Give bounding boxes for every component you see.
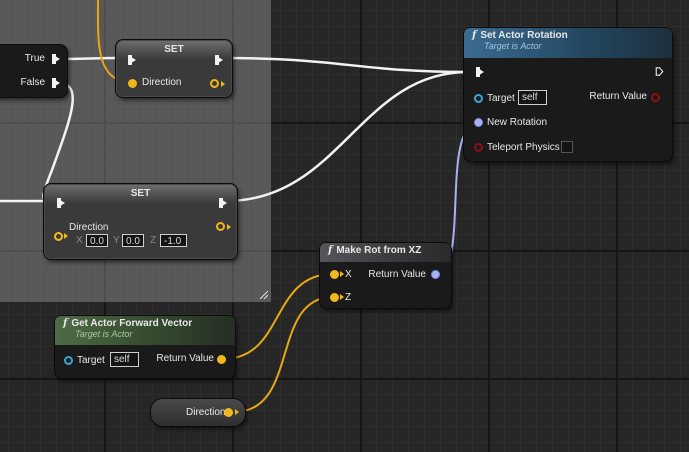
x-input-pin[interactable] [330, 270, 339, 279]
set-direction-node-bottom[interactable]: SET Direction X 0.0 Y 0.0 Z -1.0 [44, 184, 237, 259]
direction-input-pin[interactable] [128, 79, 137, 88]
rotation-exec-out-pin[interactable] [655, 67, 664, 76]
forward-vector-header: f Get Actor Forward Vector Target is Acto… [55, 316, 235, 345]
new-rotation-label: New Rotation [487, 117, 548, 128]
direction-label: Direction [186, 407, 226, 418]
set-actor-rotation-node[interactable]: f Set Actor Rotation Target is Actor Targ… [464, 28, 672, 161]
teleport-physics-pin[interactable] [474, 143, 483, 152]
return-value-pin[interactable] [651, 93, 660, 102]
function-icon: f [472, 30, 477, 41]
return-value-label: Return Value [368, 269, 426, 280]
z-label: Z [345, 292, 352, 303]
vector-wire-direction-to-z [233, 296, 334, 413]
direction-output-arrow-icon [227, 224, 231, 230]
node-subtitle: Target is Actor [75, 329, 133, 339]
return-value-pin[interactable] [217, 355, 226, 364]
z-value-field[interactable]: -1.0 [160, 234, 187, 247]
z-input-arrow-icon [340, 294, 344, 300]
set-exec-out-pin[interactable] [215, 55, 223, 65]
direction-output-pin[interactable] [210, 79, 219, 88]
vector-wire-forward-to-x [222, 273, 334, 360]
z-axis-label: Z [150, 235, 157, 246]
set-actor-rotation-header: f Set Actor Rotation Target is Actor [464, 28, 672, 58]
x-label: X [345, 269, 352, 280]
direction-output-arrow-icon [221, 81, 225, 87]
rotation-exec-in-pin[interactable] [476, 67, 484, 77]
x-input-arrow-icon [340, 271, 344, 277]
set-exec-out-pin[interactable] [219, 198, 227, 208]
set-exec-in-pin[interactable] [128, 55, 136, 65]
get-actor-forward-vector-node[interactable]: f Get Actor Forward Vector Target is Acto… [55, 316, 235, 378]
target-value-field[interactable]: self [110, 352, 139, 367]
direction-getter-node[interactable]: Direction [151, 399, 245, 426]
target-pin[interactable] [64, 356, 73, 365]
node-title: Make Rot from XZ [336, 245, 422, 256]
exec-wire-set-to-rotation [222, 56, 470, 74]
direction-output-pin[interactable] [216, 222, 225, 231]
exec-wire-set-bottom-to-rotation [224, 70, 470, 203]
direction-label: Direction [142, 77, 182, 88]
teleport-physics-checkbox[interactable] [561, 141, 573, 153]
set-direction-node-top[interactable]: SET Direction [116, 40, 232, 97]
branch-false-label: False [20, 77, 45, 88]
node-title: Get Actor Forward Vector [71, 318, 193, 329]
set-exec-in-pin[interactable] [57, 198, 65, 208]
x-axis-label: X [76, 235, 83, 246]
y-axis-label: Y [113, 235, 120, 246]
exec-wire-true-to-set [56, 56, 123, 61]
x-value-field[interactable]: 0.0 [86, 234, 108, 247]
target-label: Target [77, 355, 105, 366]
teleport-physics-label: Teleport Physics [487, 142, 560, 153]
make-rot-from-xz-node[interactable]: f Make Rot from XZ X Return Value Z [320, 243, 451, 308]
branch-false-pin[interactable] [52, 78, 60, 88]
return-value-label: Return Value [156, 353, 214, 364]
direction-input-arrow-icon [64, 233, 68, 239]
direction-input-pin[interactable] [54, 232, 63, 241]
return-value-label: Return Value [589, 91, 647, 102]
direction-label: Direction [69, 222, 109, 233]
function-icon: f [328, 245, 333, 256]
y-value-field[interactable]: 0.0 [122, 234, 144, 247]
target-pin[interactable] [474, 94, 483, 103]
new-rotation-pin[interactable] [474, 118, 483, 127]
node-title: Set Actor Rotation [480, 30, 568, 41]
direction-output-pin[interactable] [224, 408, 233, 417]
return-value-pin[interactable] [431, 270, 440, 279]
direction-output-arrow-icon [235, 409, 239, 415]
function-icon: f [63, 318, 68, 329]
target-label: Target [487, 93, 515, 104]
target-value-field[interactable]: self [518, 90, 547, 105]
z-input-pin[interactable] [330, 293, 339, 302]
node-subtitle: Target is Actor [484, 41, 542, 51]
branch-node[interactable]: True False [0, 45, 67, 97]
branch-true-label: True [24, 53, 45, 64]
set-node-title: SET [45, 185, 236, 203]
branch-true-pin[interactable] [52, 54, 60, 64]
make-rot-header: f Make Rot from XZ [320, 243, 451, 262]
